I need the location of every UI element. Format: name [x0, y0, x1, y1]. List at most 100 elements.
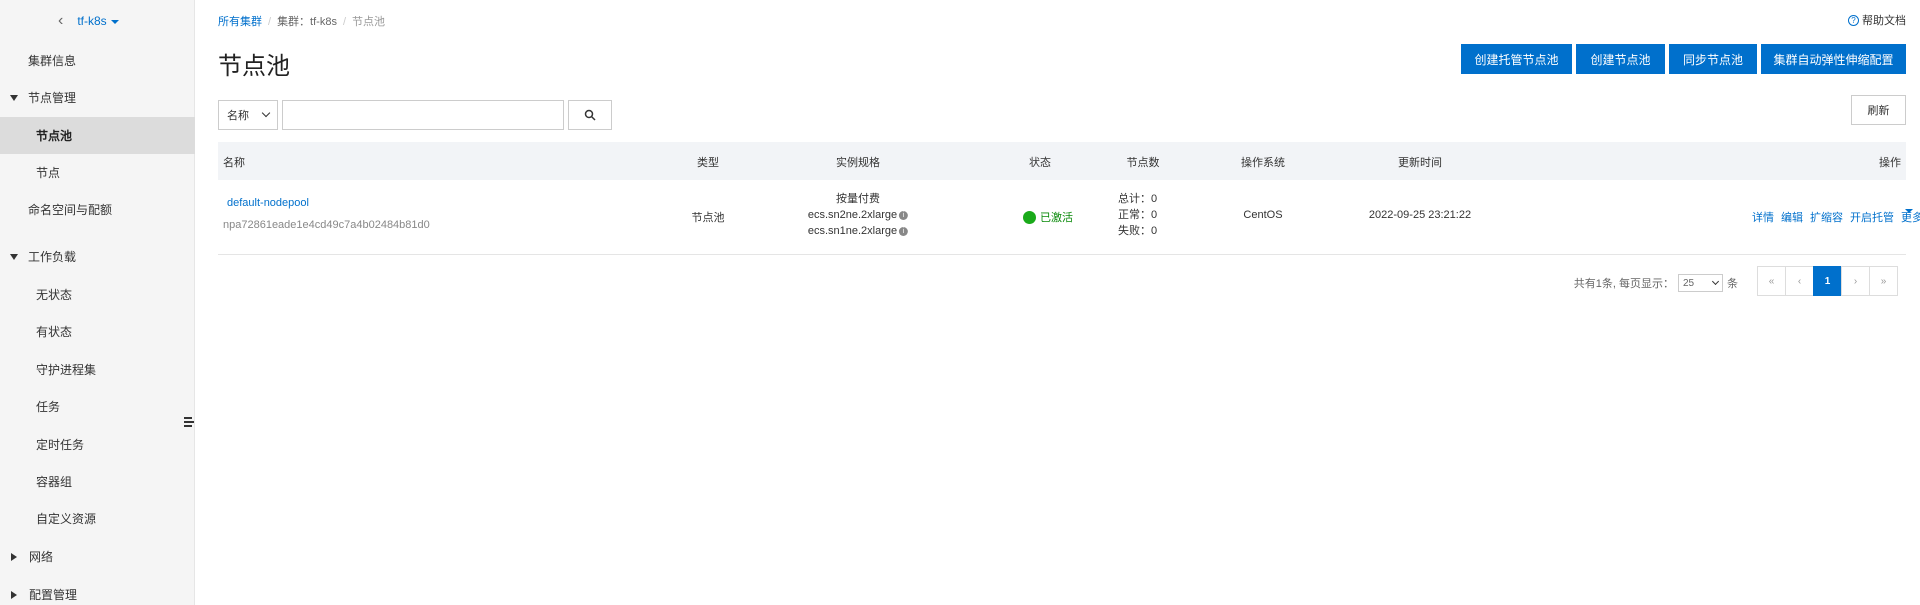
sidebar-item-label: 定时任务 — [36, 438, 85, 452]
collapsed-triangle-icon — [11, 552, 17, 561]
sidebar-header: ‹ tf-k8s — [0, 0, 194, 42]
sidebar-item-label: 节点 — [36, 166, 61, 180]
enable-managed-link[interactable]: 开启托管 — [1850, 209, 1894, 225]
search-input[interactable] — [282, 100, 564, 130]
chevron-down-icon — [261, 108, 271, 118]
sidebar-item-label: 集群信息 — [28, 54, 77, 68]
sidebar-item-label: 配置管理 — [29, 588, 78, 602]
autoscale-config-button[interactable]: 集群自动弹性伸缩配置 — [1761, 44, 1906, 74]
sidebar-group-config[interactable]: 配置管理 — [0, 576, 195, 605]
page-size-unit: 条 — [1727, 278, 1738, 290]
sidebar-item-label: 任务 — [36, 400, 61, 414]
help-docs-link[interactable]: ? 帮助文档 — [1848, 12, 1906, 28]
sidebar-group-node-management[interactable]: 节点管理 — [0, 79, 195, 116]
pagination-summary: 共有1条, 每页显示： 25 条 — [1574, 274, 1738, 292]
sidebar-item-label: 有状态 — [36, 325, 73, 339]
sidebar-item-nodes[interactable]: 节点 — [0, 154, 195, 191]
sidebar-item-label: 守护进程集 — [36, 363, 97, 377]
cluster-name: tf-k8s — [77, 14, 107, 28]
page-actions: 创建托管节点池 创建节点池 同步节点池 集群自动弹性伸缩配置 — [1461, 44, 1906, 74]
edit-link[interactable]: 编辑 — [1781, 209, 1803, 225]
filter-field-value: 名称 — [227, 110, 249, 122]
main-content: 所有集群 / 集群：tf-k8s / 节点池 ? 帮助文档 节点池 创建托管节点池 创建… — [218, 0, 1920, 605]
search-icon — [584, 109, 596, 121]
sidebar-group-network[interactable]: 网络 — [0, 538, 195, 575]
cluster-switcher[interactable]: tf-k8s — [77, 14, 119, 28]
node-counts: 总计：0 正常：0 失败：0 — [1118, 191, 1157, 239]
breadcrumb: 所有集群 / 集群：tf-k8s / 节点池 — [218, 16, 386, 28]
billing-type: 按量付费 — [836, 193, 880, 205]
sidebar-item-label: 自定义资源 — [36, 512, 97, 526]
sidebar-group-workloads[interactable]: 工作负载 — [0, 238, 195, 275]
sidebar-collapse-icon[interactable] — [184, 417, 194, 429]
sidebar-item-label: 容器组 — [36, 475, 73, 489]
sidebar-item-deployments[interactable]: 无状态 — [0, 276, 195, 313]
breadcrumb-cluster[interactable]: 集群：tf-k8s — [277, 16, 337, 28]
sidebar-item-custom-resources[interactable]: 自定义资源 — [0, 500, 195, 537]
last-page-button[interactable]: » — [1869, 266, 1898, 296]
page-size-select[interactable]: 25 — [1678, 274, 1723, 292]
info-icon[interactable]: i — [899, 210, 909, 220]
col-os: 操作系统 — [1241, 157, 1285, 169]
search-button[interactable] — [568, 100, 612, 130]
sidebar-item-daemonsets[interactable]: 守护进程集 — [0, 351, 195, 388]
table-header: 名称 类型 实例规格 状态 节点数 操作系统 更新时间 操作 — [218, 142, 1906, 180]
next-page-button[interactable]: › — [1841, 266, 1870, 296]
sidebar-item-label: 网络 — [29, 550, 54, 564]
count-failed: 失败：0 — [1118, 225, 1158, 237]
refresh-button[interactable]: 刷新 — [1851, 95, 1906, 125]
pagination: « ‹ 1 › » — [1757, 266, 1898, 296]
breadcrumb-all-clusters[interactable]: 所有集群 — [218, 16, 262, 28]
info-icon[interactable]: i — [899, 226, 909, 236]
status-text: 已激活 — [1040, 212, 1073, 224]
create-managed-nodepool-button[interactable]: 创建托管节点池 — [1461, 44, 1572, 74]
instance-spec-2: ecs.sn1ne.2xlarge — [807, 225, 898, 237]
filter-field-select[interactable]: 名称 — [218, 100, 278, 130]
expanded-triangle-icon — [10, 94, 18, 101]
row-operations: 详情 编辑 扩缩容 开启托管 更多 — [1752, 209, 1920, 225]
nodepool-name-link[interactable]: default-nodepool — [227, 197, 309, 209]
filter-bar: 名称 — [218, 100, 612, 130]
detail-link[interactable]: 详情 — [1752, 209, 1774, 225]
page-title: 节点池 — [218, 53, 290, 80]
col-ops: 操作 — [1879, 157, 1901, 169]
col-updated: 更新时间 — [1398, 157, 1442, 169]
page-size-value: 25 — [1683, 277, 1695, 289]
first-page-button[interactable]: « — [1757, 266, 1786, 296]
col-spec: 实例规格 — [836, 157, 880, 169]
chevron-down-icon — [1711, 277, 1720, 285]
create-nodepool-button[interactable]: 创建节点池 — [1576, 44, 1665, 74]
prev-page-button[interactable]: ‹ — [1785, 266, 1814, 296]
count-normal: 正常：0 — [1118, 209, 1158, 221]
instance-spec-1: ecs.sn2ne.2xlarge — [807, 209, 898, 221]
breadcrumb-current: 节点池 — [352, 16, 386, 28]
scale-link[interactable]: 扩缩容 — [1810, 209, 1843, 225]
sidebar-item-namespace-quota[interactable]: 命名空间与配额 — [0, 191, 195, 228]
col-status: 状态 — [1029, 157, 1051, 169]
sync-nodepool-button[interactable]: 同步节点池 — [1669, 44, 1757, 74]
sidebar-item-jobs[interactable]: 任务 — [0, 388, 195, 425]
status-badge: 已激活 — [1023, 209, 1073, 225]
sidebar-item-cronjobs[interactable]: 定时任务 — [0, 426, 195, 463]
sidebar-item-label: 节点池 — [36, 129, 73, 143]
sidebar-item-label: 工作负载 — [28, 250, 77, 264]
sidebar-item-pods[interactable]: 容器组 — [0, 463, 195, 500]
sidebar-item-cluster-info[interactable]: 集群信息 — [0, 42, 195, 79]
collapsed-triangle-icon — [11, 590, 17, 599]
current-page-button[interactable]: 1 — [1813, 266, 1842, 296]
nodepool-id: npa72861eade1e4cd49c7a4b02484b81d0 — [223, 219, 430, 231]
sidebar: ‹ tf-k8s 集群信息 节点管理 节点池 节点 命名空间与配额 工作负载 无… — [0, 0, 195, 605]
back-arrow-icon[interactable]: ‹ — [58, 12, 63, 30]
caret-down-icon — [110, 19, 119, 24]
instance-spec-cell: 按量付费 ecs.sn2ne.2xlarge i ecs.sn1ne.2xlarg… — [807, 191, 909, 239]
expanded-triangle-icon — [10, 253, 18, 260]
updated-time: 2022-09-25 23:21:22 — [1368, 209, 1472, 221]
sidebar-item-label: 无状态 — [36, 288, 73, 302]
col-nodes: 节点数 — [1126, 157, 1160, 169]
count-total: 总计：0 — [1118, 193, 1158, 205]
sidebar-item-statefulsets[interactable]: 有状态 — [0, 313, 195, 350]
os-value: CentOS — [1243, 209, 1283, 221]
sidebar-item-label: 命名空间与配额 — [28, 203, 113, 217]
help-docs-label: 帮助文档 — [1862, 15, 1906, 27]
sidebar-item-nodepool[interactable]: 节点池 — [0, 117, 195, 154]
